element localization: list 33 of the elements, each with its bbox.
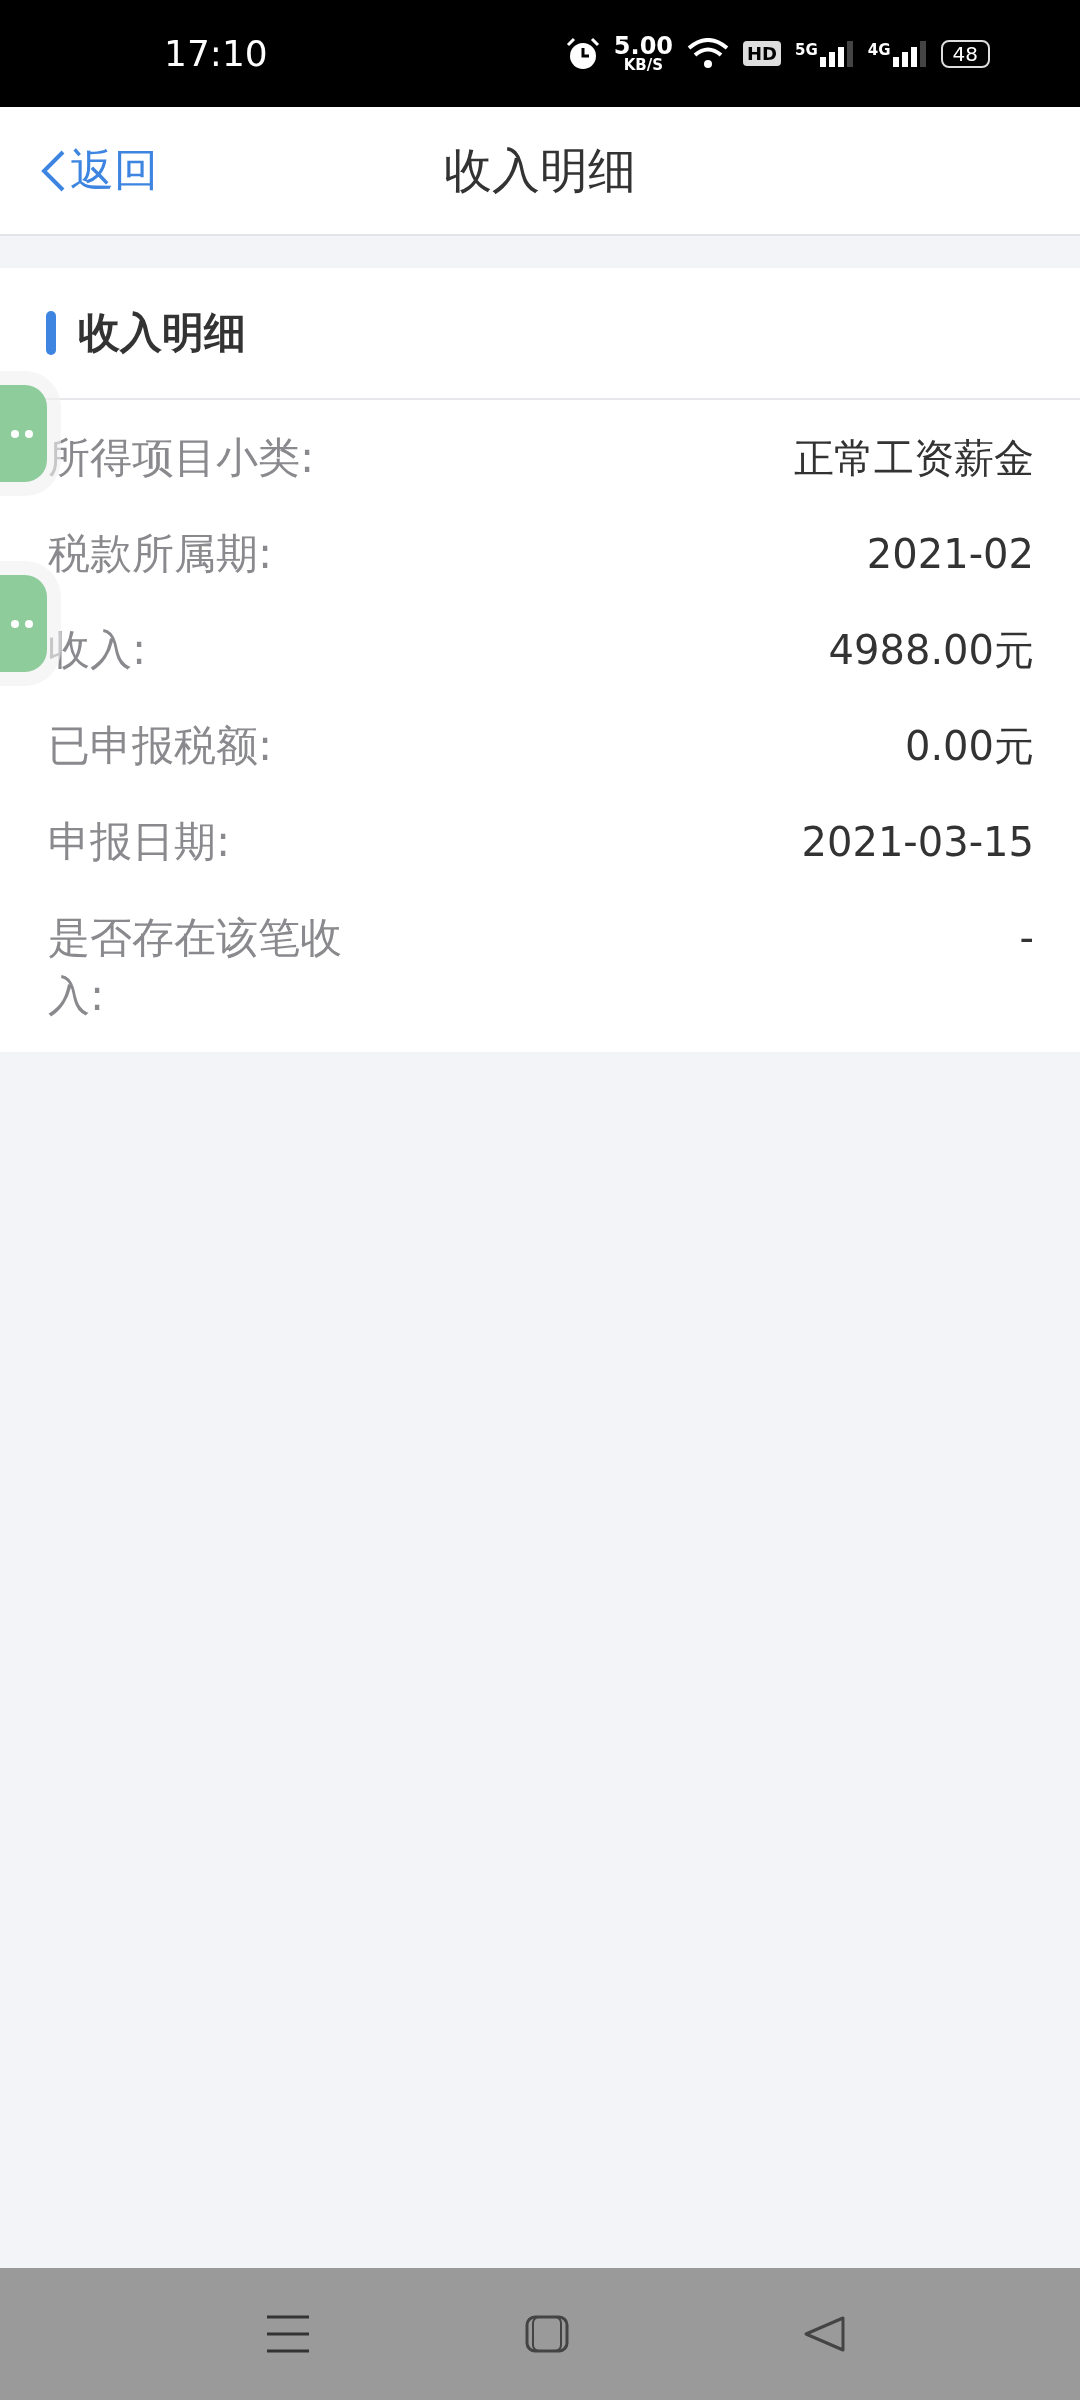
field-value: - xyxy=(1019,914,1034,963)
page-title: 收入明细 xyxy=(444,140,636,200)
field-label: 是否存在该笔收入: xyxy=(48,912,343,1022)
section-marker xyxy=(46,311,56,355)
field-label: 所得项目小类: xyxy=(48,432,315,484)
status-time: 17:10 xyxy=(164,33,268,74)
alarm-icon xyxy=(565,36,600,71)
chevron-left-icon xyxy=(40,148,66,193)
menu-icon[interactable] xyxy=(265,2314,311,2354)
field-value: 0.00元 xyxy=(904,722,1034,771)
speed-unit: KB/S xyxy=(623,58,664,73)
network-type: 5G xyxy=(795,40,818,59)
more-icon xyxy=(11,428,35,439)
field-value: 正常工资薪金 xyxy=(794,434,1034,483)
back-button[interactable]: 返回 xyxy=(0,141,158,200)
home-icon[interactable] xyxy=(525,2315,569,2353)
network-speed: 5.00 xyxy=(613,34,674,58)
signal-icon xyxy=(819,40,854,67)
field-label: 申报日期: xyxy=(48,816,231,868)
section-title: 收入明细 xyxy=(78,307,246,359)
network-type: 4G xyxy=(867,40,891,59)
more-icon xyxy=(11,618,35,629)
field-label: 已申报税额: xyxy=(48,720,273,772)
field-value: 2021-02 xyxy=(866,530,1034,579)
field-value: 2021-03-15 xyxy=(801,818,1034,867)
back-icon[interactable] xyxy=(803,2316,845,2352)
field-value: 4988.00元 xyxy=(828,626,1034,675)
field-label: 税款所属期: xyxy=(48,528,273,580)
hd-badge: HD xyxy=(743,41,782,66)
signal-icon xyxy=(892,40,927,67)
battery-level: 48 xyxy=(940,39,990,68)
wifi-icon xyxy=(687,37,730,70)
field-label: 收入: xyxy=(48,624,147,676)
